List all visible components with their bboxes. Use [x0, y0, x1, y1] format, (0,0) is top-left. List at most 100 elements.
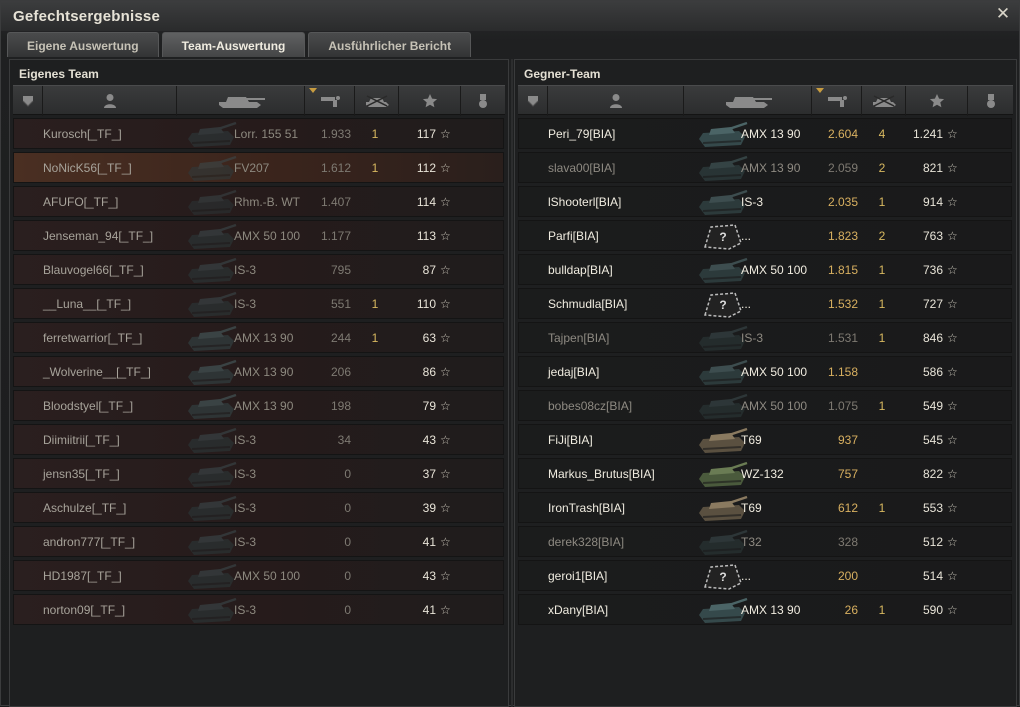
table-row[interactable]: Schmudla[BIA]?... 1.532 1 727 ☆	[518, 288, 1012, 319]
svg-text:?: ?	[719, 298, 726, 312]
xp-value: 821	[922, 161, 943, 175]
medal-icon[interactable]	[968, 86, 1013, 116]
player-name: andron777[_TF_]	[43, 535, 136, 549]
tank-icon[interactable]	[177, 86, 305, 116]
table-row[interactable]: bulldap[BIA] AMX 50 100 1.815 1 736 ☆	[518, 254, 1012, 285]
player-name: IronTrash[BIA]	[548, 501, 625, 515]
frags-icon[interactable]	[862, 86, 906, 116]
damage-value: 2.059	[827, 161, 858, 175]
table-row[interactable]: NoNicK56[_TF_] FV207 1.612 1 112 ☆	[13, 152, 504, 183]
table-row[interactable]: Jenseman_94[_TF_] AMX 50 100 1.177 113 ☆	[13, 220, 504, 251]
table-row[interactable]: Tajpen[BIA] IS-3 1.531 1 846 ☆	[518, 322, 1012, 353]
vehicle-name: AMX 13 90	[234, 365, 294, 379]
platoon-icon[interactable]	[518, 86, 548, 116]
xp-value: 514	[922, 569, 943, 583]
table-row[interactable]: HD1987[_TF_] AMX 50 100 0 43 ☆	[13, 560, 504, 591]
damage-value: 200	[837, 569, 858, 583]
title-bar: Gefechtsergebnisse ✕	[1, 1, 1019, 31]
damage-icon[interactable]	[305, 86, 355, 116]
xp-value: 545	[922, 433, 943, 447]
tab-ausfuehrlicher-bericht[interactable]: Ausführlicher Bericht	[308, 32, 472, 57]
medal-icon[interactable]	[461, 86, 505, 116]
table-row[interactable]: slava00[BIA] AMX 13 90 2.059 2 821 ☆	[518, 152, 1012, 183]
table-row[interactable]: Bloodstyel[_TF_] AMX 13 90 198 79 ☆	[13, 390, 504, 421]
table-row[interactable]: Diimiitrii[_TF_] IS-3 34 43 ☆	[13, 424, 504, 455]
platoon-icon[interactable]	[13, 86, 43, 116]
table-row[interactable]: andron777[_TF_] IS-3 0 41 ☆	[13, 526, 504, 557]
table-row[interactable]: jedaj[BIA] AMX 50 100 1.158 586 ☆	[518, 356, 1012, 387]
player-name: xDany[BIA]	[548, 603, 609, 617]
table-row[interactable]: ferretwarrior[_TF_] AMX 13 90 244 1 63 ☆	[13, 322, 504, 353]
xp-value: 822	[922, 467, 943, 481]
xp-value: 87	[422, 263, 436, 277]
xp-star-icon[interactable]	[399, 86, 461, 116]
table-row[interactable]: Kurosch[_TF_] Lorr. 155 51 1.933 1 117 ☆	[13, 118, 504, 149]
xp-value: 553	[922, 501, 943, 515]
xp-value: 763	[922, 229, 943, 243]
damage-value: 1.407	[320, 195, 351, 209]
xp-value: 1.241	[912, 127, 943, 141]
table-row[interactable]: Markus_Brutus[BIA] WZ-132 757 822 ☆	[518, 458, 1012, 489]
player-name: geroi1[BIA]	[548, 569, 608, 583]
sort-arrow-icon	[309, 88, 317, 93]
player-name: Markus_Brutus[BIA]	[548, 467, 655, 481]
table-row[interactable]: Peri_79[BIA] AMX 13 90 2.604 4 1.241 ☆	[518, 118, 1012, 149]
tank-icon	[184, 595, 238, 626]
tank-icon[interactable]	[684, 86, 812, 116]
frags-icon[interactable]	[355, 86, 399, 116]
star-icon: ☆	[440, 467, 451, 481]
damage-icon[interactable]	[812, 86, 862, 116]
table-row[interactable]: xDany[BIA] AMX 13 90 26 1 590 ☆	[518, 594, 1012, 625]
sort-arrow-icon	[816, 88, 824, 93]
table-row[interactable]: norton09[_TF_] IS-3 0 41 ☆	[13, 594, 504, 625]
player-name: AFUFO[_TF_]	[43, 195, 119, 209]
close-icon[interactable]: ✕	[995, 5, 1011, 22]
damage-value: 26	[844, 603, 858, 617]
vehicle-name: IS-3	[234, 433, 257, 447]
player-name: HD1987[_TF_]	[43, 569, 122, 583]
player-name: __Luna__[_TF_]	[43, 297, 132, 311]
player-name: jedaj[BIA]	[548, 365, 600, 379]
player-name: Jenseman_94[_TF_]	[43, 229, 154, 243]
star-icon: ☆	[947, 433, 958, 447]
table-row[interactable]: lShooterl[BIA] IS-3 2.035 1 914 ☆	[518, 186, 1012, 217]
vehicle-name: IS-3	[234, 297, 257, 311]
table-row[interactable]: Parfi[BIA]?... 1.823 2 763 ☆	[518, 220, 1012, 251]
table-row[interactable]: IronTrash[BIA] T69 612 1 553 ☆	[518, 492, 1012, 523]
tab-eigene-auswertung[interactable]: Eigene Auswertung	[7, 32, 159, 57]
damage-value: 1.531	[827, 331, 858, 345]
vehicle-name: ...	[741, 229, 752, 243]
damage-value: 2.035	[827, 195, 858, 209]
player-name: _Wolverine__[_TF_]	[43, 365, 151, 379]
table-row[interactable]: geroi1[BIA]?... 200 514 ☆	[518, 560, 1012, 591]
star-icon: ☆	[440, 569, 451, 583]
tank-icon	[184, 221, 238, 252]
damage-value: 2.604	[827, 127, 858, 141]
table-row[interactable]: FiJi[BIA] T69 937 545 ☆	[518, 424, 1012, 455]
star-icon: ☆	[440, 161, 451, 175]
xp-value: 736	[922, 263, 943, 277]
player-icon[interactable]	[548, 86, 684, 116]
tab-team-auswertung[interactable]: Team-Auswertung	[161, 32, 306, 57]
table-row[interactable]: bobes08cz[BIA] AMX 50 100 1.075 1 549 ☆	[518, 390, 1012, 421]
vehicle-name: IS-3	[234, 501, 257, 515]
player-icon[interactable]	[43, 86, 177, 116]
table-row[interactable]: derek328[BIA] T32 328 512 ☆	[518, 526, 1012, 557]
table-row[interactable]: Blauvogel66[_TF_] IS-3 795 87 ☆	[13, 254, 504, 285]
xp-value: 79	[422, 399, 436, 413]
player-name: NoNicK56[_TF_]	[43, 161, 132, 175]
table-row[interactable]: Aschulze[_TF_] IS-3 0 39 ☆	[13, 492, 504, 523]
table-row[interactable]: __Luna__[_TF_] IS-3 551 1 110 ☆	[13, 288, 504, 319]
table-row[interactable]: AFUFO[_TF_] Rhm.-B. WT 1.407 114 ☆	[13, 186, 504, 217]
svg-text:?: ?	[719, 570, 726, 584]
star-icon: ☆	[440, 229, 451, 243]
star-icon: ☆	[440, 535, 451, 549]
table-row[interactable]: jensn35[_TF_] IS-3 0 37 ☆	[13, 458, 504, 489]
table-row[interactable]: _Wolverine__[_TF_] AMX 13 90 206 86 ☆	[13, 356, 504, 387]
vehicle-name: FV207	[234, 161, 270, 175]
xp-star-icon[interactable]	[906, 86, 968, 116]
xp-value: 86	[422, 365, 436, 379]
star-icon: ☆	[440, 603, 451, 617]
tank-icon	[184, 187, 238, 218]
star-icon: ☆	[440, 195, 451, 209]
